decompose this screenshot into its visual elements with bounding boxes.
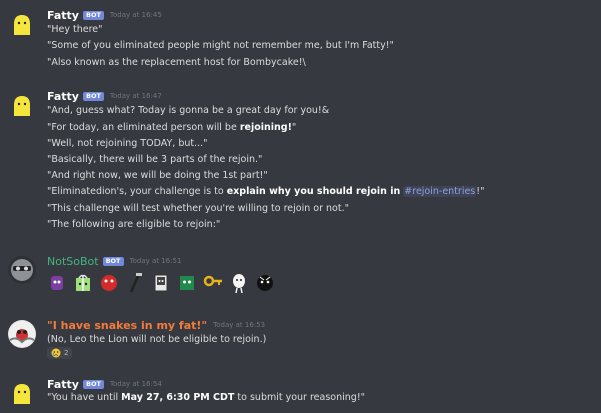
channel-mention-link[interactable]: #rejoin-entries — [403, 186, 477, 197]
message-line: "And, guess what? Today is gonna be a gr… — [47, 105, 330, 116]
bot-badge: BOT — [102, 256, 124, 266]
message-line: (No, Leo the Lion will not be eligible t… — [47, 334, 267, 345]
avatar-fatty[interactable] — [8, 11, 36, 39]
username[interactable]: Fatty — [47, 378, 79, 391]
avatar-fatty[interactable] — [8, 380, 36, 408]
message-line: "The following are eligible to rejoin:" — [47, 219, 221, 230]
message-line: "This challenge will test whether you're… — [47, 203, 349, 214]
crying-face-emoji — [51, 348, 61, 358]
bot-badge: BOT — [82, 379, 104, 389]
green-block-character-emoji — [180, 276, 194, 290]
reaction[interactable]: 2 — [47, 347, 73, 359]
white-egg-character-emoji — [233, 274, 245, 294]
username[interactable]: "I have snakes in my fat!" — [47, 319, 207, 332]
message-line: "For today, an eliminated person will be… — [47, 122, 297, 133]
message-line: "Also known as the replacement host for … — [47, 57, 306, 68]
reaction-count: 2 — [64, 349, 69, 357]
username[interactable]: Fatty — [47, 90, 79, 103]
timestamp: Today at 16:45 — [109, 11, 162, 19]
message-line: "Eliminatedion's, your challenge is to e… — [47, 186, 485, 197]
bold-text: rejoining! — [239, 122, 292, 133]
avatar-fatty[interactable] — [8, 92, 36, 120]
timestamp: Today at 16:54 — [109, 380, 162, 388]
black-stick-character-emoji — [129, 273, 142, 293]
username[interactable]: Fatty — [47, 9, 79, 22]
message-line: "And right now, we will be doing the 1st… — [47, 170, 268, 181]
purple-character-emoji — [51, 276, 63, 290]
message-line: "Well, not rejoining TODAY, but..." — [47, 138, 208, 149]
gray-device-character-emoji — [154, 274, 168, 292]
timestamp: Today at 16:51 — [129, 257, 182, 265]
key-character-emoji — [203, 275, 222, 287]
bold-text: May 27, 6:30 PM CDT — [121, 392, 235, 403]
bot-badge: BOT — [82, 91, 104, 101]
black-ball-character-emoji — [257, 275, 273, 291]
avatar-snakes[interactable] — [8, 320, 36, 348]
message-line: "Basically, there will be 3 parts of the… — [47, 154, 263, 165]
username[interactable]: NotSoBot — [47, 255, 99, 268]
emoji-row — [47, 272, 275, 294]
gift-box-character-emoji — [76, 274, 90, 291]
bot-badge: BOT — [82, 10, 104, 20]
red-ball-character-emoji — [101, 275, 117, 291]
timestamp: Today at 16:47 — [109, 92, 162, 100]
message-line: "Hey there" — [47, 24, 103, 35]
message-line: "You have until May 27, 6:30 PM CDT to s… — [47, 392, 366, 403]
message-line: "Some of you eliminated people might not… — [47, 40, 394, 51]
avatar-notsobot[interactable] — [8, 256, 36, 284]
bold-text: explain why you should rejoin in — [226, 186, 401, 197]
timestamp: Today at 16:53 — [213, 321, 266, 329]
